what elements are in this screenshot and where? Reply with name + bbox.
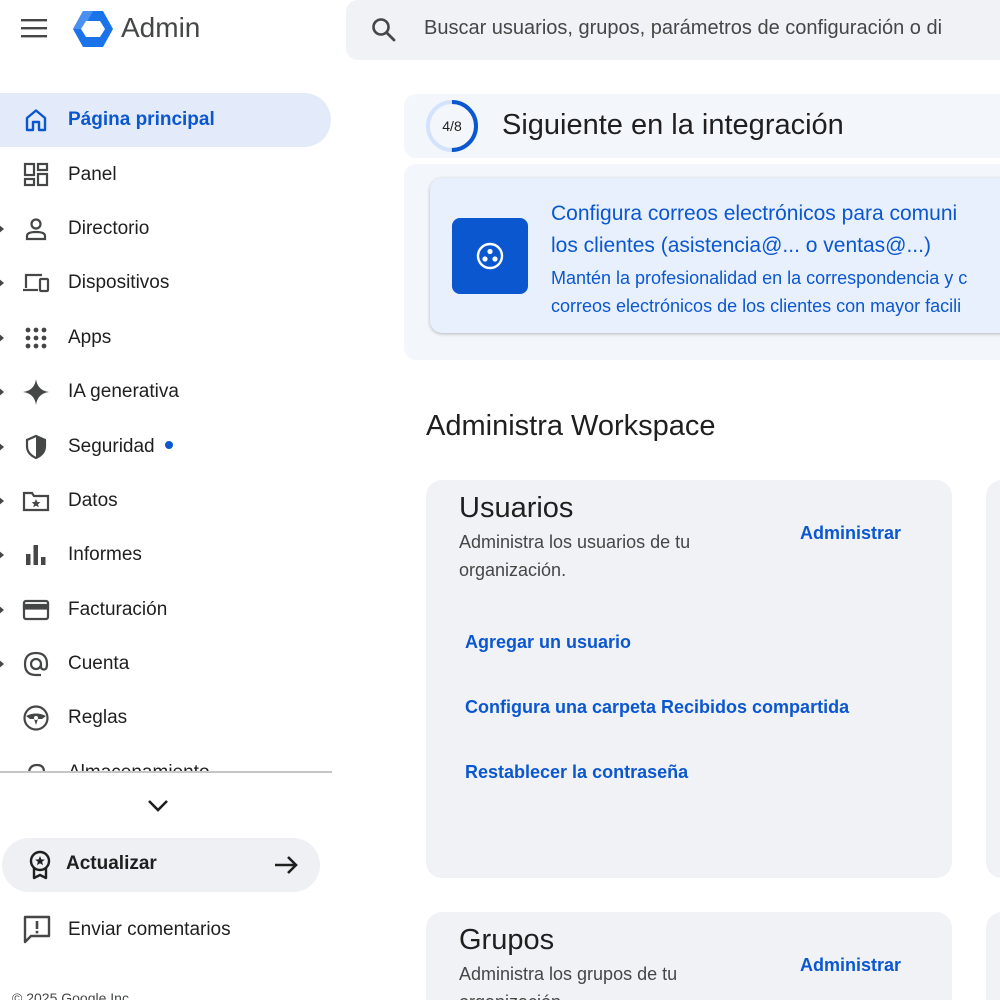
expand-caret-icon[interactable] (0, 659, 4, 670)
shared-inbox-link[interactable]: Configura una carpeta Recibidos comparti… (465, 697, 849, 718)
feedback-icon (23, 915, 51, 944)
arrow-right-icon (275, 856, 298, 874)
sidebar-item-label: Página principal (68, 109, 215, 131)
onboarding-task-card[interactable]: Configura correos electrónicos para comu… (430, 178, 1000, 333)
task-description-line: correos electrónicos de los clientes con… (551, 296, 962, 316)
sidebar-item-label: Directorio (68, 217, 150, 239)
progress-count: 4/8 (442, 118, 462, 134)
task-title[interactable]: Configura correos electrónicos para comu… (551, 198, 1000, 262)
at-sign-icon (22, 651, 50, 677)
sidebar-item-account[interactable]: Cuenta (0, 637, 340, 691)
sidebar-item-label: Informes (68, 544, 142, 566)
reset-password-link[interactable]: Restablecer la contraseña (465, 762, 688, 783)
sidebar-nav: Página principal Panel Directorio Dispos… (0, 93, 340, 773)
send-feedback-button[interactable]: Enviar comentarios (0, 908, 330, 952)
bar-chart-icon (22, 542, 50, 568)
task-icon-tile (452, 218, 528, 294)
expand-caret-icon[interactable] (0, 223, 4, 234)
card-title: Grupos (459, 924, 555, 956)
home-icon (22, 107, 50, 133)
dashboard-icon (22, 162, 50, 188)
sidebar-item-home[interactable]: Página principal (0, 93, 331, 148)
notification-dot (164, 440, 173, 449)
menu-icon (21, 19, 47, 38)
top-app-bar: Admin (0, 0, 1000, 62)
upgrade-label: Actualizar (66, 853, 157, 874)
users-card: Usuarios Administra los usuarios de tu o… (426, 480, 952, 878)
expand-caret-icon[interactable] (0, 387, 4, 398)
feedback-label: Enviar comentarios (68, 919, 231, 940)
expand-caret-icon[interactable] (0, 441, 4, 452)
admin-logo-icon[interactable] (72, 8, 114, 50)
sidebar-item-panel[interactable]: Panel (0, 147, 340, 201)
search-icon[interactable] (370, 16, 398, 44)
adjacent-card (986, 480, 1000, 878)
expand-caret-icon[interactable] (0, 604, 4, 615)
task-title-line: Configura correos electrónicos para comu… (551, 202, 958, 225)
expand-more-button[interactable] (142, 792, 174, 820)
shield-icon (22, 434, 50, 460)
menu-button[interactable] (14, 10, 54, 46)
sidebar-divider (0, 771, 332, 773)
expand-caret-icon[interactable] (0, 332, 4, 343)
card-description: Administra los grupos de tu organización… (459, 964, 678, 1000)
search-input[interactable] (424, 10, 1000, 46)
sidebar-item-label: Dispositivos (68, 272, 170, 294)
manage-users-link[interactable]: Administrar (800, 523, 901, 544)
sidebar-item-label: IA generativa (68, 381, 179, 403)
onboarding-panel: Configura correos electrónicos para comu… (404, 164, 1000, 360)
groups-card: Grupos Administra los grupos de tu organ… (426, 912, 952, 1000)
section-title: Administra Workspace (426, 410, 716, 442)
sidebar-item-apps[interactable]: Apps (0, 311, 340, 365)
task-title-line: los clientes (asistencia@... o ventas@..… (551, 234, 931, 257)
sidebar: Página principal Panel Directorio Dispos… (0, 62, 340, 1000)
sidebar-item-label: Facturación (68, 598, 168, 620)
sidebar-item-label: Apps (68, 326, 112, 348)
card-title: Usuarios (459, 492, 574, 524)
sidebar-item-storage[interactable]: Almacenamiento (0, 746, 340, 773)
sidebar-item-label: Reglas (68, 707, 128, 729)
sidebar-item-label: Seguridad (68, 436, 173, 458)
group-email-icon (476, 242, 504, 270)
onboarding-title: Siguiente en la integración (502, 109, 844, 141)
onboarding-header[interactable]: 4/8 Siguiente en la integración (404, 94, 1000, 158)
sidebar-item-security[interactable]: Seguridad (0, 419, 340, 473)
card-description: Administra los usuarios de tu organizaci… (459, 532, 691, 580)
adjacent-card (986, 912, 1000, 1000)
sidebar-item-label: Cuenta (68, 653, 130, 675)
sidebar-item-label: Panel (68, 163, 117, 185)
chevron-down-icon (148, 800, 168, 812)
expand-caret-icon[interactable] (0, 550, 4, 561)
upgrade-button[interactable]: Actualizar (2, 838, 320, 892)
search-bar[interactable] (346, 0, 1000, 60)
credit-card-icon (22, 597, 50, 623)
sidebar-item-label-text: Seguridad (68, 435, 155, 457)
sidebar-item-billing[interactable]: Facturación (0, 583, 340, 637)
task-description: Mantén la profesionalidad en la correspo… (551, 264, 1000, 320)
add-user-link[interactable]: Agregar un usuario (465, 632, 631, 653)
sidebar-item-directory[interactable]: Directorio (0, 202, 340, 256)
apps-grid-icon (22, 325, 50, 351)
devices-icon (22, 270, 50, 296)
sidebar-item-devices[interactable]: Dispositivos (0, 256, 340, 310)
expand-caret-icon[interactable] (0, 495, 4, 506)
steering-wheel-icon (22, 705, 50, 732)
manage-groups-link[interactable]: Administrar (800, 955, 901, 976)
app-title: Admin (121, 12, 201, 43)
copyright-text: © 2025 Google Inc. (12, 990, 133, 1000)
person-icon (22, 216, 50, 242)
folder-star-icon (22, 488, 50, 514)
sparkle-icon (22, 379, 50, 406)
sidebar-item-reports[interactable]: Informes (0, 528, 340, 582)
award-badge-icon (29, 850, 51, 880)
sidebar-item-label: Datos (68, 489, 118, 511)
sidebar-item-rules[interactable]: Reglas (0, 691, 340, 745)
sidebar-item-data[interactable]: Datos (0, 474, 340, 528)
task-description-line: Mantén la profesionalidad en la correspo… (551, 268, 968, 288)
sidebar-item-generative-ai[interactable]: IA generativa (0, 365, 340, 419)
expand-caret-icon[interactable] (0, 278, 4, 289)
